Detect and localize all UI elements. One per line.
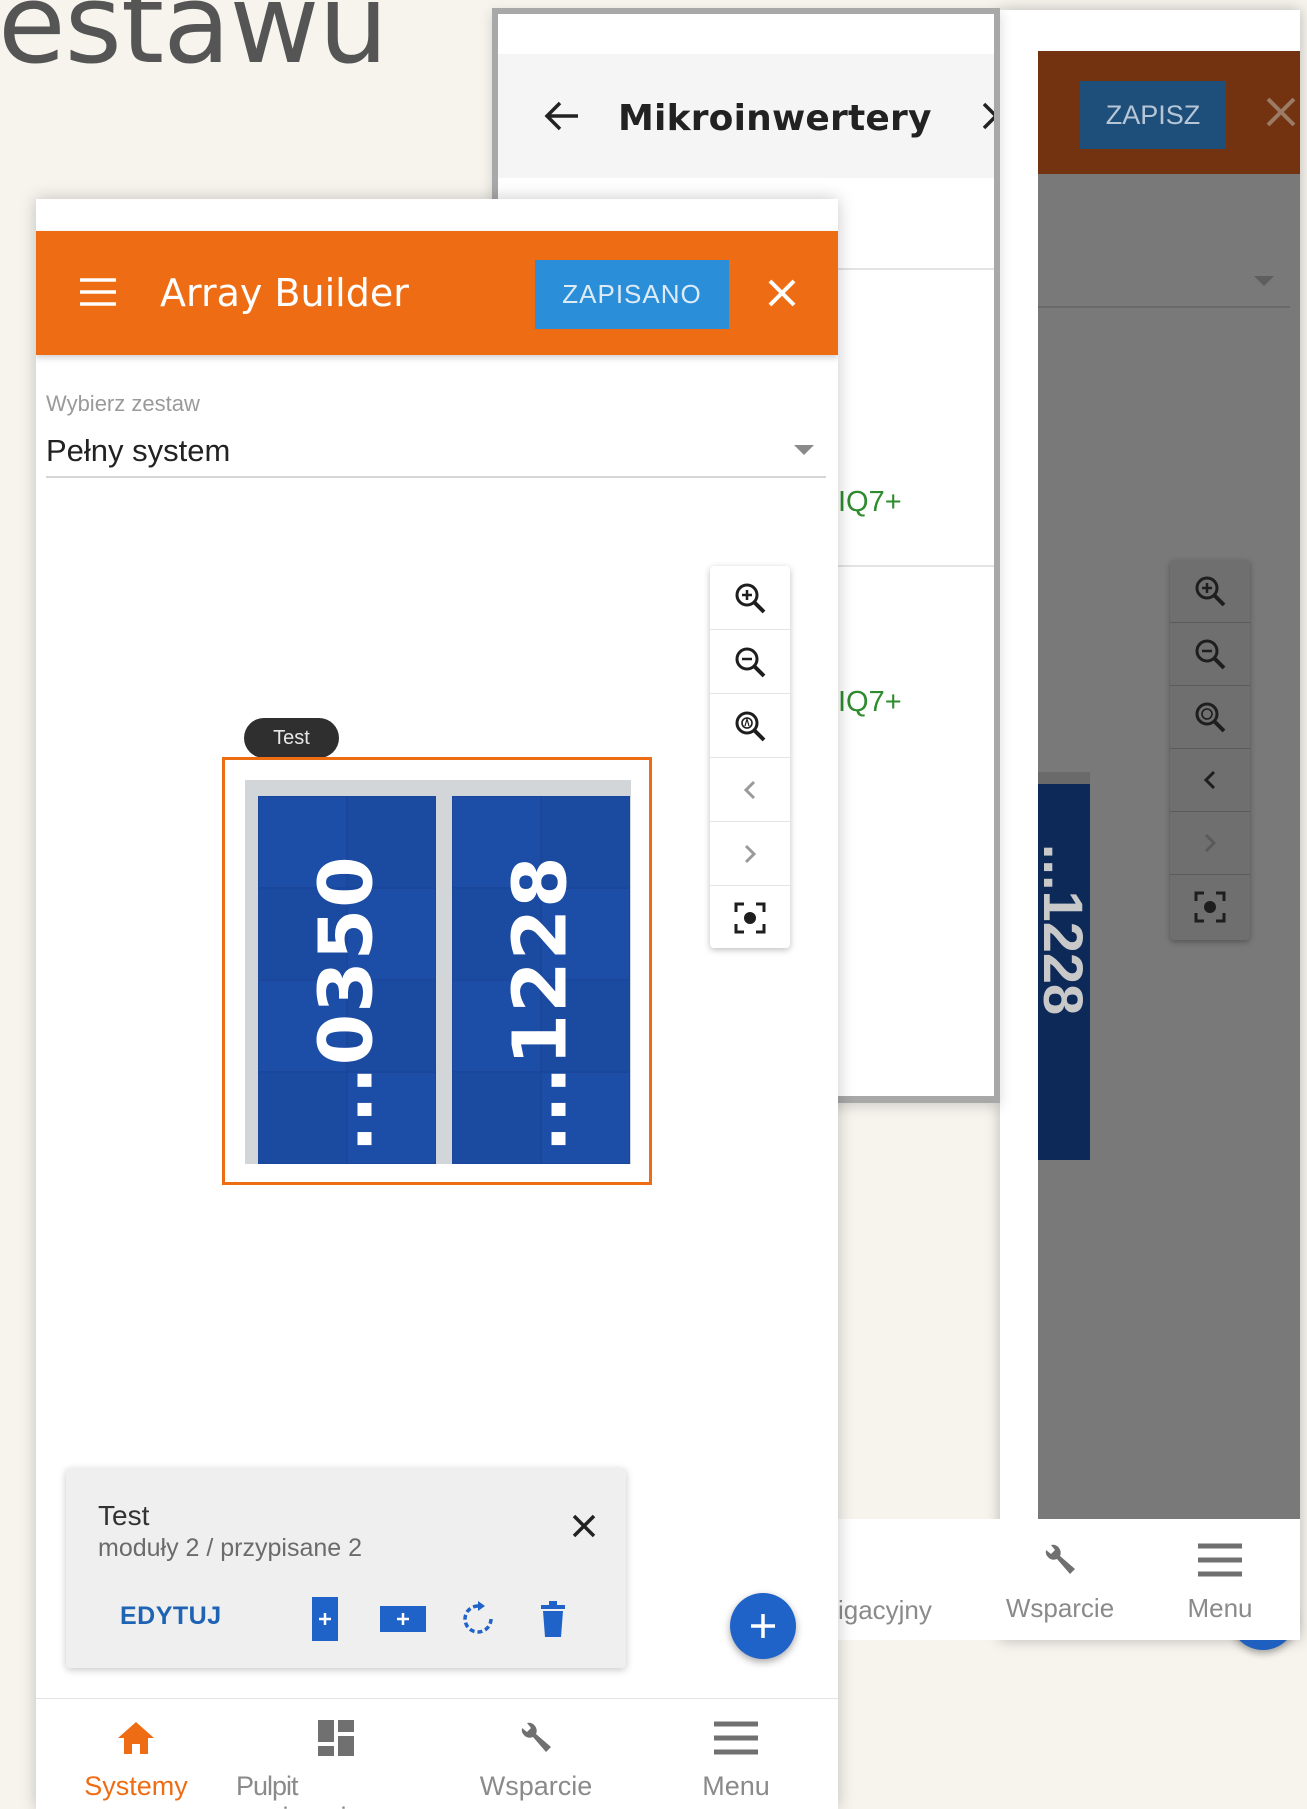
rotate-icon[interactable]: [458, 1596, 498, 1642]
solar-panel[interactable]: ...0350: [258, 796, 436, 1164]
back-header: ZAPISZ: [1038, 51, 1300, 174]
zoom-controls: [710, 566, 790, 948]
back-bottom-nav: Pulpit nawigacyjny Wsparcie Menu: [718, 1519, 1300, 1640]
background-title: estawu: [0, 0, 388, 88]
array-builder-screen: Array Builder ZAPISANO Wybierz zestaw Pe…: [36, 199, 838, 1809]
back-save-button[interactable]: ZAPISZ: [1080, 81, 1226, 149]
array-name-tag: Test: [244, 718, 339, 758]
previous-icon[interactable]: [710, 758, 790, 822]
previous-icon[interactable]: [1170, 749, 1250, 812]
back-nav-dashboard[interactable]: Pulpit nawigacyjny: [718, 1519, 980, 1640]
edit-button[interactable]: EDYTUJ: [120, 1602, 222, 1631]
nav-support[interactable]: Wsparcie: [436, 1713, 636, 1802]
zoom-out-icon[interactable]: [710, 630, 790, 694]
nav-menu-label: Menu: [702, 1771, 770, 1801]
panel-serial: ...1228: [498, 855, 585, 1153]
set-selector[interactable]: Pełny system: [46, 433, 230, 469]
back-nav-menu-label: Menu: [1187, 1593, 1253, 1623]
dashboard-icon: [316, 1713, 356, 1763]
microinverter-model: IQ7+: [838, 486, 902, 518]
mid-close-icon[interactable]: [976, 96, 994, 136]
next-icon[interactable]: [710, 822, 790, 886]
back-panel-number: ...1228: [1032, 843, 1096, 1015]
microinverters-header: Mikroinwertery: [498, 54, 994, 178]
add-panel-vertical-icon[interactable]: [310, 1596, 340, 1642]
zoom-auto-icon[interactable]: [710, 694, 790, 758]
solar-array[interactable]: ...0350 ...1228: [222, 757, 652, 1185]
page-title: Array Builder: [160, 271, 409, 315]
close-icon[interactable]: [758, 269, 806, 317]
home-icon: [116, 1713, 156, 1763]
back-nav-menu[interactable]: Menu: [1140, 1519, 1300, 1640]
nav-systems[interactable]: Systemy: [36, 1713, 236, 1802]
array-info-card: Test moduły 2 / przypisane 2 EDYTUJ: [66, 1468, 626, 1668]
set-selector-label: Wybierz zestaw: [46, 391, 200, 416]
back-overlay: ...1228: [1032, 174, 1300, 1650]
array-rail: ...0350 ...1228: [245, 780, 631, 1164]
panel-serial: ...0350: [304, 855, 391, 1153]
back-zoom-controls: [1170, 560, 1250, 940]
next-icon[interactable]: [1170, 812, 1250, 875]
back-arrow-icon[interactable]: [540, 94, 584, 138]
menu-icon: [1198, 1535, 1242, 1585]
focus-icon[interactable]: [710, 886, 790, 950]
card-subtitle: moduły 2 / przypisane 2: [98, 1534, 363, 1562]
hamburger-menu-icon[interactable]: [78, 275, 118, 309]
nav-dashboard-label: Pulpit nawigacyjny: [236, 1771, 373, 1809]
microinverter-model: IQ7+: [838, 686, 902, 718]
back-nav-support[interactable]: Wsparcie: [980, 1519, 1140, 1640]
solar-panel[interactable]: ...1228: [452, 796, 630, 1164]
nav-menu[interactable]: Menu: [636, 1713, 836, 1802]
back-dropdown-icon: [1254, 276, 1274, 286]
delete-icon[interactable]: [538, 1596, 568, 1642]
nav-dashboard[interactable]: Pulpit nawigacyjny: [236, 1713, 436, 1809]
zoom-auto-icon[interactable]: [1170, 686, 1250, 749]
wrench-icon: [516, 1713, 556, 1763]
add-button[interactable]: [730, 1593, 796, 1659]
nav-support-label: Wsparcie: [479, 1771, 593, 1801]
zoom-in-icon[interactable]: [710, 566, 790, 630]
app-header: Array Builder ZAPISANO: [36, 231, 838, 355]
nav-systems-label: Systemy: [84, 1771, 188, 1801]
card-title: Test: [98, 1500, 150, 1531]
set-selector-underline: [46, 476, 826, 478]
wrench-icon: [1040, 1535, 1080, 1585]
saved-button[interactable]: ZAPISANO: [535, 260, 729, 329]
dropdown-arrow-icon[interactable]: [794, 445, 814, 455]
bottom-nav: Systemy Pulpit nawigacyjny Wsparcie Menu: [36, 1698, 838, 1809]
microinverters-title: Mikroinwertery: [618, 98, 932, 139]
back-selector-line: [1038, 306, 1290, 308]
back-panel-rail: [1038, 772, 1090, 784]
menu-icon: [714, 1713, 758, 1763]
back-screen: ZAPISZ ...1228 nawigacyjny Wsparcie Menu: [718, 10, 1300, 1650]
zoom-out-icon[interactable]: [1170, 623, 1250, 686]
focus-icon[interactable]: [1170, 875, 1250, 938]
card-close-icon[interactable]: [566, 1508, 602, 1544]
add-panel-horizontal-icon[interactable]: [378, 1596, 428, 1642]
zoom-in-icon[interactable]: [1170, 560, 1250, 623]
back-nav-support-label: Wsparcie: [1005, 1593, 1115, 1623]
back-close-icon[interactable]: [1258, 89, 1304, 135]
